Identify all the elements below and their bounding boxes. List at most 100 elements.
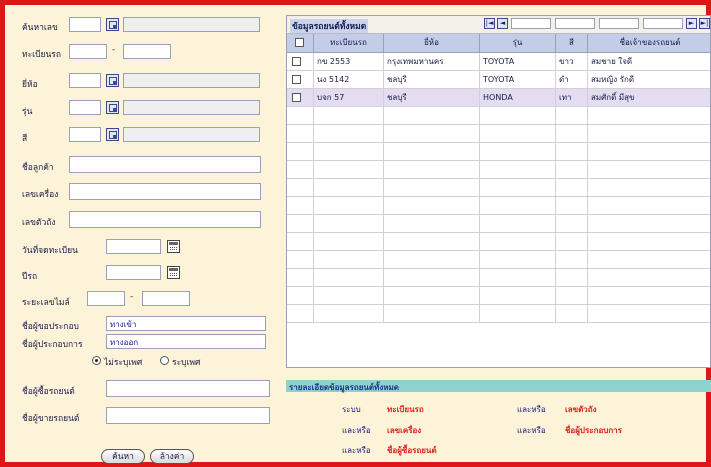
calendar-icon[interactable] <box>167 266 180 279</box>
year-input[interactable] <box>106 265 161 280</box>
cell-plate <box>314 215 384 233</box>
page-input[interactable] <box>555 18 595 29</box>
lookup-icon[interactable] <box>106 101 119 114</box>
cell-owner <box>588 197 710 215</box>
legend-title: รายละเอียดข้อมูลรถยนต์ทั้งหมด <box>289 383 399 392</box>
cell-color <box>556 197 588 215</box>
cell-color <box>556 107 588 125</box>
column-header[interactable]: สี <box>556 34 588 52</box>
lookup-icon[interactable] <box>106 74 119 87</box>
search-code-input[interactable] <box>69 17 101 32</box>
radio-option-1[interactable] <box>92 356 101 365</box>
row-checkbox[interactable] <box>292 93 301 102</box>
cell-owner <box>588 215 710 233</box>
buyer-input[interactable] <box>106 380 270 397</box>
seller-input[interactable] <box>106 407 270 424</box>
cell-color: เทา <box>556 89 588 107</box>
cell-color <box>556 143 588 161</box>
table-row[interactable]: กข 2553 กรุงเทพมหานคร TOYOTA ขาว สมชาย ใจดี <box>287 53 710 71</box>
field-label-chassis: เลขตัวถัง <box>22 218 56 228</box>
field-label-engine: เลขเครื่อง <box>22 190 59 200</box>
cell-brand <box>384 287 480 305</box>
cell-plate <box>314 125 384 143</box>
legend-value: เลขตัวถัง <box>565 405 597 414</box>
header-select-all[interactable] <box>287 34 314 52</box>
mileage-from-input[interactable] <box>87 291 125 306</box>
color-code-input[interactable] <box>69 127 101 142</box>
empty-row <box>287 233 710 251</box>
lookup-icon[interactable] <box>106 18 119 31</box>
cell-owner <box>588 251 710 269</box>
customer-name-input[interactable] <box>69 156 261 173</box>
empty-row <box>287 179 710 197</box>
cell-brand <box>384 305 480 323</box>
search-button[interactable]: ค้นหา <box>101 449 145 464</box>
cell-model <box>480 161 556 179</box>
app-frame: ค้นหาเลข ทะเบียนรถ - ยี่ห้อ รุ่น สี ชื่อ… <box>0 0 711 467</box>
plate-from-input[interactable] <box>69 44 107 59</box>
empty-row <box>287 215 710 233</box>
prev-page-icon[interactable]: ◄ <box>497 18 508 29</box>
empty-row <box>287 269 710 287</box>
cell-owner <box>588 269 710 287</box>
page-input[interactable] <box>599 18 639 29</box>
row-select-cell <box>287 233 314 251</box>
row-select-cell <box>287 305 314 323</box>
select-all-checkbox[interactable] <box>295 38 304 47</box>
cell-plate <box>314 143 384 161</box>
field-label-seller: ชื่อผู้ขายรถยนต์ <box>22 414 80 424</box>
requester-input[interactable]: ทางเข้า <box>106 316 266 331</box>
next-page-icon[interactable]: ► <box>686 18 697 29</box>
cell-owner: สมศักดิ์ มีสุข <box>591 93 635 102</box>
column-header[interactable]: ทะเบียนรถ <box>314 34 384 52</box>
row-select-cell <box>287 287 314 305</box>
field-label-color: สี <box>22 134 28 144</box>
cell-color <box>556 287 588 305</box>
engine-no-input[interactable] <box>69 183 261 200</box>
brand-code-input[interactable] <box>69 73 101 88</box>
empty-row <box>287 197 710 215</box>
cell-color <box>556 305 588 323</box>
cell-owner <box>588 287 710 305</box>
plate-to-input[interactable] <box>123 44 171 59</box>
last-page-icon[interactable]: ►| <box>699 18 710 29</box>
row-checkbox[interactable] <box>292 57 301 66</box>
cell-model <box>480 305 556 323</box>
legend-value: ชื่อผู้ซื้อรถยนต์ <box>387 446 437 455</box>
grid-header: ทะเบียนรถ ยี่ห้อ รุ่น สี ชื่อเจ้าของรถยน… <box>287 34 710 53</box>
page-input[interactable] <box>643 18 683 29</box>
column-header[interactable]: รุ่น <box>480 34 556 52</box>
row-checkbox[interactable] <box>292 75 301 84</box>
brand-display <box>123 73 260 88</box>
legend-value: ชื่อผู้ประกอบการ <box>565 426 622 435</box>
cell-plate: บจก 57 <box>314 89 384 107</box>
empty-row <box>287 287 710 305</box>
row-select-cell <box>287 143 314 161</box>
cell-plate <box>314 251 384 269</box>
calendar-icon[interactable] <box>167 240 180 253</box>
cell-model <box>480 107 556 125</box>
empty-row <box>287 107 710 125</box>
field-label-model: รุ่น <box>22 107 33 117</box>
operator-input[interactable]: ทางออก <box>106 334 266 349</box>
lookup-icon[interactable] <box>106 128 119 141</box>
table-row[interactable]: นง 5142 ชลบุรี TOYOTA ดำ สมหญิง รักดี <box>287 71 710 89</box>
cell-color <box>556 251 588 269</box>
cell-plate <box>314 197 384 215</box>
model-display <box>123 100 260 115</box>
page-input[interactable] <box>511 18 551 29</box>
radio-option-2[interactable] <box>160 356 169 365</box>
table-row[interactable]: บจก 57 ชลบุรี HONDA เทา สมศักดิ์ มีสุข <box>287 89 710 107</box>
column-header[interactable]: ยี่ห้อ <box>384 34 480 52</box>
reg-date-input[interactable] <box>106 239 161 254</box>
clear-button[interactable]: ล้างค่า <box>150 449 194 464</box>
first-page-icon[interactable]: |◄ <box>484 18 495 29</box>
chassis-no-input[interactable] <box>69 211 261 228</box>
model-code-input[interactable] <box>69 100 101 115</box>
column-header[interactable]: ชื่อเจ้าของรถยนต์ <box>588 34 710 52</box>
cell-model <box>480 233 556 251</box>
row-select-cell <box>287 71 314 89</box>
search-code-display <box>123 17 260 32</box>
mileage-to-input[interactable] <box>142 291 190 306</box>
legend-key: ระบบ <box>342 405 361 414</box>
